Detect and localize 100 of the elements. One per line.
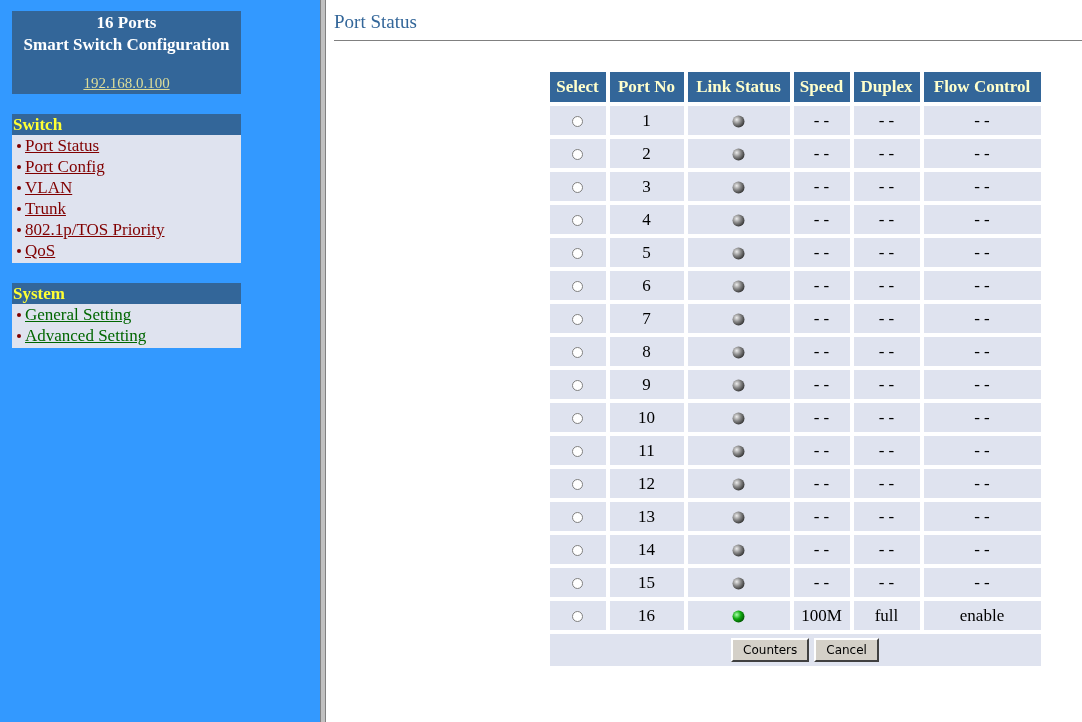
menu-link[interactable]: Port Config	[25, 156, 105, 177]
bullet-icon	[17, 227, 21, 232]
duplex-cell: - -	[853, 205, 920, 234]
menu-heading: System	[12, 283, 241, 304]
port-number-cell: 3	[609, 172, 684, 201]
port-number-cell: 2	[609, 139, 684, 168]
menu-link[interactable]: 802.1p/TOS Priority	[25, 219, 165, 240]
flow-control-cell: - -	[923, 568, 1041, 597]
duplex-cell: full	[853, 601, 920, 630]
flow-control-cell: - -	[923, 535, 1041, 564]
port-number-cell: 4	[609, 205, 684, 234]
port-radio[interactable]	[572, 611, 583, 623]
speed-cell: - -	[793, 436, 850, 465]
speed-cell: - -	[793, 568, 850, 597]
speed-cell: - -	[793, 535, 850, 564]
port-number-cell: 14	[609, 535, 684, 564]
duplex-cell: - -	[853, 106, 920, 135]
port-number-cell: 6	[609, 271, 684, 300]
flow-control-cell: - -	[923, 139, 1041, 168]
duplex-cell: - -	[853, 370, 920, 399]
duplex-cell: - -	[853, 337, 920, 366]
duplex-cell: - -	[853, 238, 920, 267]
port-radio[interactable]	[572, 248, 583, 260]
flow-control-cell: - -	[923, 436, 1041, 465]
menu-link[interactable]: Port Status	[25, 135, 100, 156]
ip-address-link[interactable]: 192.168.0.100	[83, 73, 170, 93]
flow-control-cell: - -	[923, 271, 1041, 300]
port-radio[interactable]	[572, 149, 583, 161]
flow-control-cell: enable	[923, 601, 1041, 630]
port-radio[interactable]	[572, 578, 583, 590]
port-radio[interactable]	[572, 215, 583, 227]
flow-control-cell: - -	[923, 238, 1041, 267]
port-number-cell: 10	[609, 403, 684, 432]
form-button[interactable]: Counters	[731, 638, 810, 662]
port-radio[interactable]	[572, 182, 583, 194]
port-radio[interactable]	[572, 116, 583, 128]
port-number-cell: 8	[609, 337, 684, 366]
menu-link[interactable]: General Setting	[25, 304, 132, 325]
duplex-cell: - -	[853, 469, 920, 498]
sidebar-title: 16 Ports	[96, 12, 157, 34]
flow-control-cell: - -	[923, 370, 1041, 399]
port-radio[interactable]	[572, 347, 583, 359]
form-button[interactable]: Cancel	[814, 638, 879, 662]
port-radio[interactable]	[572, 446, 583, 458]
flow-control-cell: - -	[923, 502, 1041, 531]
page-title: Port Status	[334, 10, 1082, 41]
port-number-cell: 15	[609, 568, 684, 597]
port-radio[interactable]	[572, 281, 583, 293]
speed-cell: - -	[793, 139, 850, 168]
sidebar-title: Smart Switch Configuration	[23, 34, 230, 56]
duplex-cell: - -	[853, 568, 920, 597]
column-header: Select	[549, 72, 606, 102]
column-header: Link Status	[687, 72, 790, 102]
duplex-cell: - -	[853, 172, 920, 201]
menu-link[interactable]: Advanced Setting	[25, 325, 147, 346]
port-number-cell: 5	[609, 238, 684, 267]
speed-cell: - -	[793, 502, 850, 531]
column-header: Duplex	[853, 72, 920, 102]
port-number-cell: 12	[609, 469, 684, 498]
speed-cell: - -	[793, 172, 850, 201]
column-header: Speed	[793, 72, 850, 102]
port-number-cell: 13	[609, 502, 684, 531]
flow-control-cell: - -	[923, 106, 1041, 135]
flow-control-cell: - -	[923, 469, 1041, 498]
speed-cell: - -	[793, 304, 850, 333]
duplex-cell: - -	[853, 403, 920, 432]
speed-cell: - -	[793, 403, 850, 432]
duplex-cell: - -	[853, 304, 920, 333]
duplex-cell: - -	[853, 271, 920, 300]
duplex-cell: - -	[853, 436, 920, 465]
menu-link[interactable]: Trunk	[25, 198, 66, 219]
port-number-cell: 16	[609, 601, 684, 630]
bullet-icon	[17, 312, 21, 317]
port-radio[interactable]	[572, 545, 583, 557]
bullet-icon	[17, 143, 21, 148]
speed-cell: 100M	[793, 601, 850, 630]
port-radio[interactable]	[572, 479, 583, 491]
port-radio[interactable]	[572, 380, 583, 392]
menu-link[interactable]: VLAN	[25, 177, 73, 198]
speed-cell: - -	[793, 205, 850, 234]
speed-cell: - -	[793, 238, 850, 267]
flow-control-cell: - -	[923, 205, 1041, 234]
bullet-icon	[17, 248, 21, 253]
port-number-cell: 7	[609, 304, 684, 333]
speed-cell: - -	[793, 337, 850, 366]
bullet-icon	[17, 185, 21, 190]
speed-cell: - -	[793, 370, 850, 399]
duplex-cell: - -	[853, 139, 920, 168]
port-radio[interactable]	[572, 314, 583, 326]
flow-control-cell: - -	[923, 337, 1041, 366]
flow-control-cell: - -	[923, 304, 1041, 333]
menu-link[interactable]: QoS	[25, 240, 56, 261]
port-radio[interactable]	[572, 512, 583, 524]
menu-heading: Switch	[12, 114, 241, 135]
column-header: Port No	[609, 72, 684, 102]
speed-cell: - -	[793, 106, 850, 135]
bullet-icon	[17, 206, 21, 211]
flow-control-cell: - -	[923, 403, 1041, 432]
flow-control-cell: - -	[923, 172, 1041, 201]
port-radio[interactable]	[572, 413, 583, 425]
